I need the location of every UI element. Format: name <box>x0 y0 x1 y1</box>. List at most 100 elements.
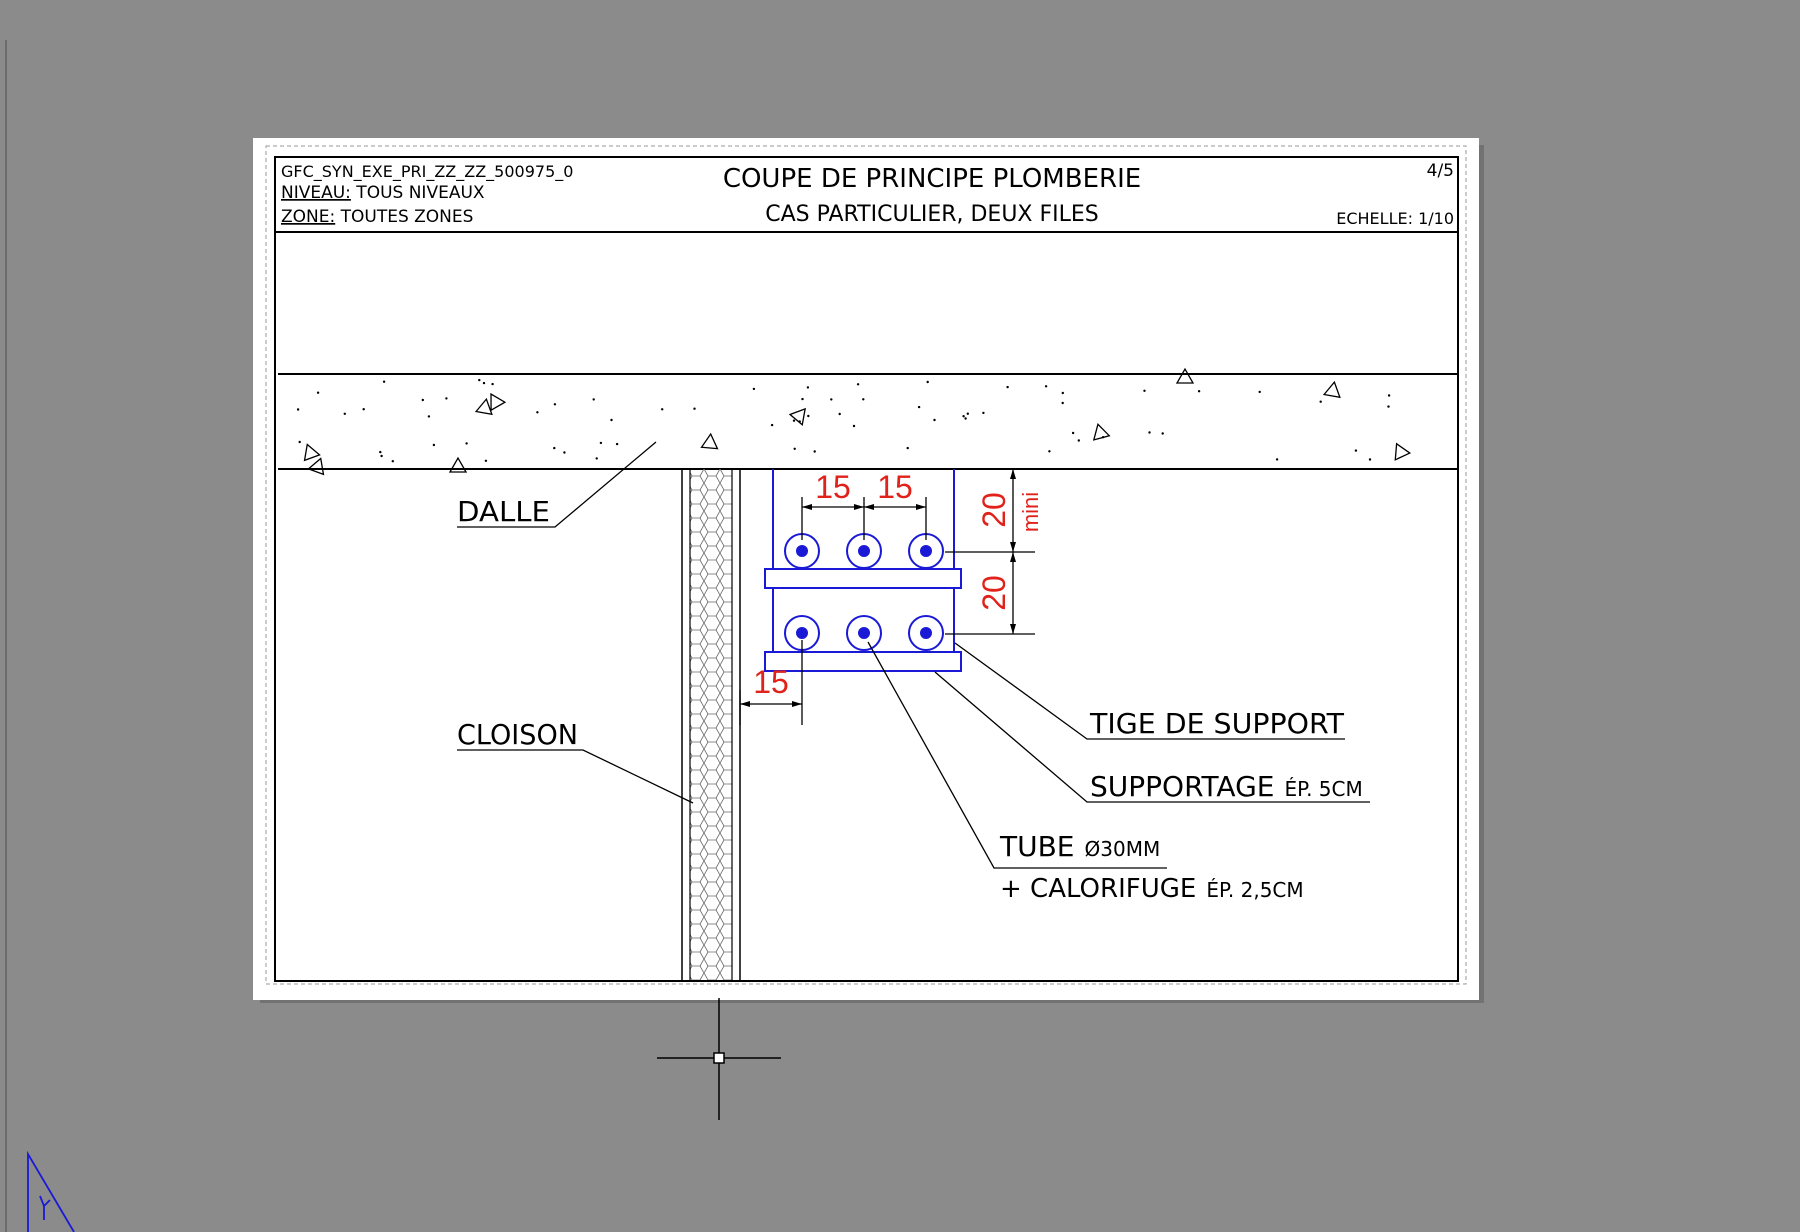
slab-dot <box>491 382 494 386</box>
label-dalle: DALLE <box>457 495 550 528</box>
slab-dot <box>1387 405 1390 408</box>
zone-value: TOUTES ZONES <box>335 207 473 227</box>
slab-dot <box>862 398 865 401</box>
slab-dot <box>1071 431 1075 435</box>
slab-dot <box>693 407 696 410</box>
slab-dot <box>553 403 557 406</box>
dimension-wall-offset: 15 <box>753 664 789 700</box>
sheet-reference: GFC_SYN_EXE_PRI_ZZ_ZZ_500975_0 <box>281 162 573 182</box>
slab-dot <box>1319 400 1322 403</box>
slab-dot <box>362 408 365 411</box>
slab-dot <box>484 459 488 462</box>
pipe-tube <box>858 627 870 639</box>
zone-label: ZONE: <box>281 207 335 227</box>
slab-dot <box>298 440 301 444</box>
slab-dot <box>595 457 598 460</box>
label-tube-detail: Ø30MM <box>1085 837 1161 861</box>
slab-dot <box>1368 458 1372 461</box>
sheet-scale: ECHELLE: 1/10 <box>1336 209 1454 228</box>
slab-dot <box>982 411 985 415</box>
label-tige-support: TIGE DE SUPPORT <box>1089 707 1345 740</box>
crosshair-icon <box>657 998 781 1120</box>
label-supportage-detail: ÉP. 5CM <box>1284 777 1362 801</box>
label-supportage: SUPPORTAGE <box>1090 770 1274 803</box>
slab-dot <box>856 383 860 386</box>
slab-dot <box>482 381 486 385</box>
niveau-value: TOUS NIVEAUX <box>351 183 485 203</box>
slab-dot <box>478 378 481 382</box>
slab-dot <box>1354 449 1358 452</box>
pipe-tube <box>796 627 808 639</box>
pipe-tube <box>920 627 932 639</box>
slab-dot <box>752 387 756 391</box>
slab-dot <box>536 411 539 414</box>
slab-dot <box>1061 401 1064 405</box>
label-tube: TUBE <box>999 830 1075 863</box>
slab-dot <box>1148 431 1151 434</box>
slab-dot <box>917 405 921 409</box>
slab-dot <box>421 398 424 402</box>
slab-dot <box>813 450 816 453</box>
slab-dot <box>1006 385 1009 389</box>
zone-line: ZONE: TOUTES ZONES <box>281 207 473 227</box>
sheet-title: COUPE DE PRINCIPE PLOMBERIE <box>723 164 1141 194</box>
slab-dot <box>793 447 796 450</box>
slab-dot <box>801 397 804 401</box>
slab-dot <box>391 460 394 463</box>
slab-dot <box>610 418 613 422</box>
cad-viewport[interactable]: GFC_SYN_EXE_PRI_ZZ_ZZ_500975_0 NIVEAU: T… <box>0 0 1800 1232</box>
slab-dot <box>592 398 595 401</box>
slab-dot <box>1197 390 1201 393</box>
slab-dot <box>379 450 382 454</box>
slab-dot <box>615 442 619 446</box>
slab-dot <box>806 386 810 389</box>
slab-dot <box>792 419 796 422</box>
slab-dot <box>830 398 833 401</box>
pipe-tube <box>858 545 870 557</box>
slab-dot <box>563 451 566 454</box>
slab-dot <box>316 391 320 394</box>
label-calorifuge-line: + CALORIFUGE ÉP. 2,5CM <box>1000 874 1304 904</box>
slab-dot <box>432 443 436 447</box>
slab-dot <box>296 408 300 411</box>
slab-dot <box>343 412 346 415</box>
label-cloison: CLOISON <box>457 718 578 751</box>
slab-dot <box>465 442 468 445</box>
slab-dot <box>382 380 386 383</box>
partition-wall <box>681 469 741 980</box>
slab-dot <box>1161 432 1164 435</box>
pipe-tube <box>796 545 808 557</box>
dimension-spacing-a: 15 <box>815 469 851 505</box>
niveau-label: NIVEAU: <box>281 183 351 203</box>
pipe-tube <box>920 545 932 557</box>
slab-dot <box>1275 458 1279 461</box>
ucs-axis-icon <box>27 1150 75 1232</box>
slab-dot <box>966 412 969 415</box>
slab-dot <box>906 446 909 450</box>
label-calorifuge-detail: ÉP. 2,5CM <box>1206 878 1303 902</box>
slab-dot <box>926 380 929 384</box>
sheet-page-number: 4/5 <box>1427 161 1454 181</box>
slab-dot <box>962 415 965 418</box>
slab-dot <box>599 441 603 445</box>
slab-dot <box>964 417 967 420</box>
slab-dot <box>1044 385 1048 388</box>
sheet-subtitle: CAS PARTICULIER, DEUX FILES <box>765 202 1099 227</box>
slab-dot <box>1258 390 1261 394</box>
slab-dot <box>1061 391 1065 395</box>
slab-dot <box>838 412 841 416</box>
slab-dot <box>1048 450 1051 453</box>
dimension-top-clearance: 20 <box>976 492 1012 528</box>
dimension-top-clearance-note: mini <box>1018 492 1043 532</box>
slab-dot <box>445 397 448 400</box>
slab-dot <box>427 415 431 418</box>
slab-dot <box>807 414 810 418</box>
niveau-line: NIVEAU: TOUS NIVEAUX <box>281 183 485 203</box>
slab-dot <box>770 423 774 427</box>
slab-dot <box>1387 394 1391 397</box>
slab-dot <box>661 408 664 411</box>
slab-dot <box>380 454 383 458</box>
slab-dot <box>933 418 936 422</box>
slab-dot <box>553 446 556 450</box>
label-calorifuge: + CALORIFUGE <box>1000 874 1196 904</box>
